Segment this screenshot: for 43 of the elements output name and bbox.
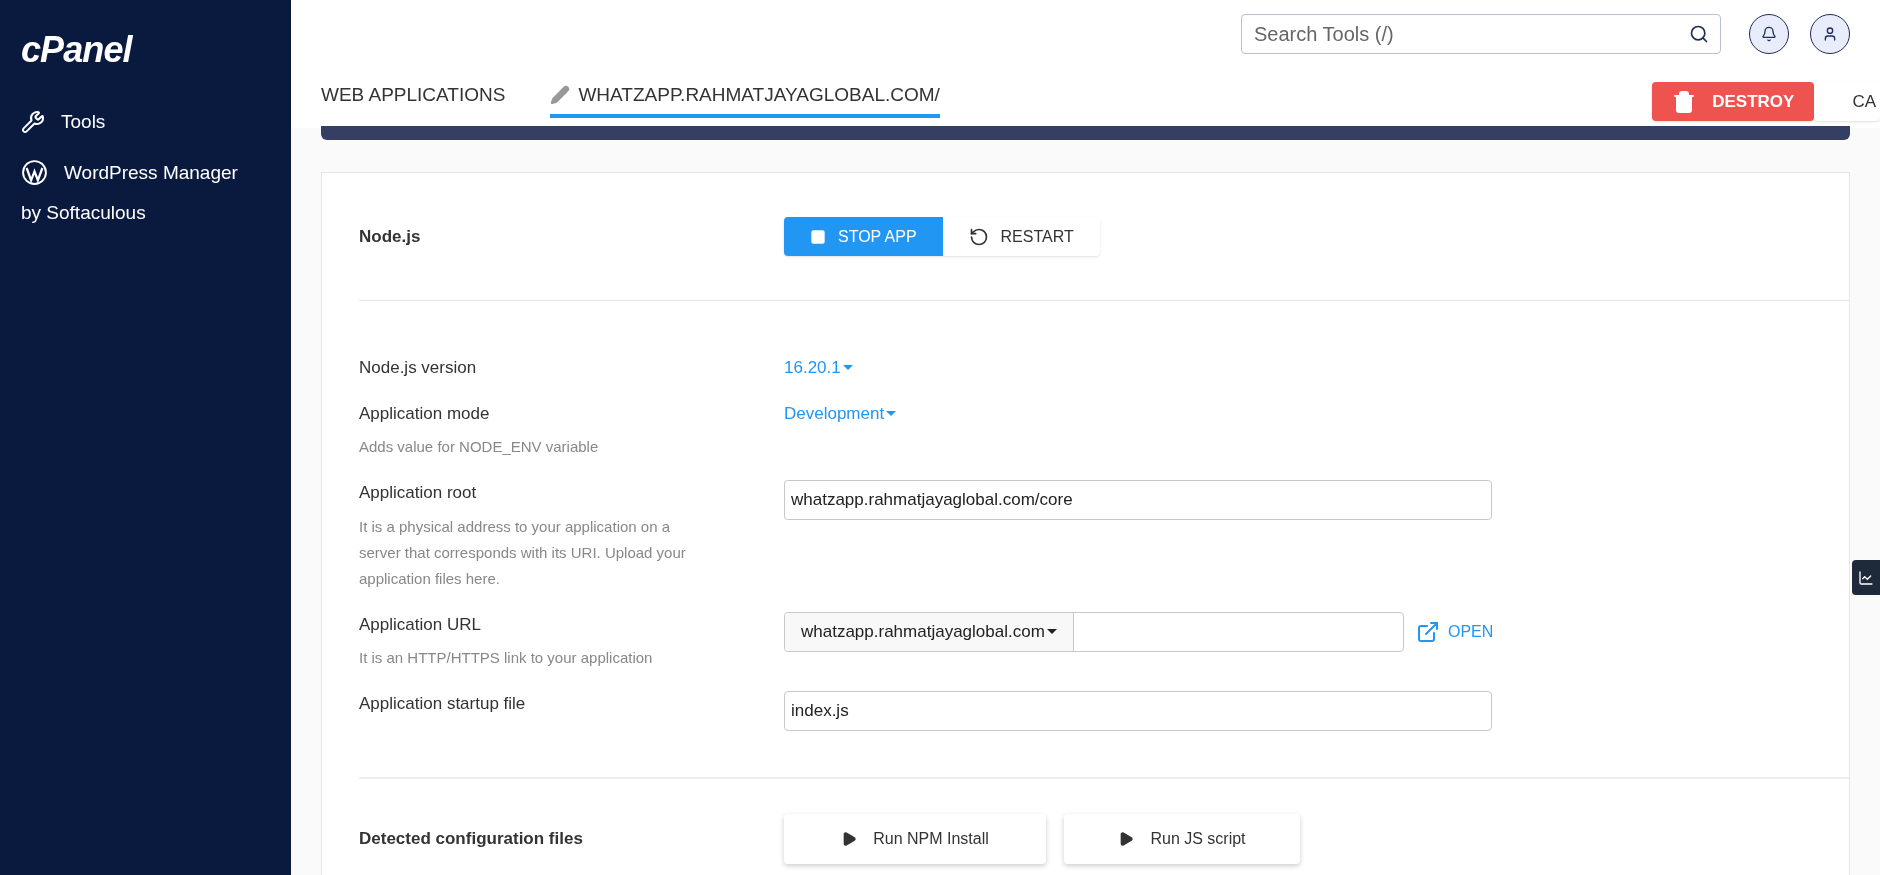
- sidebar-item[interactable]: Tools: [21, 108, 291, 137]
- caret-icon: [1046, 629, 1057, 634]
- sidebar-item-subtitle: by Softaculous: [21, 201, 147, 225]
- user-icon: [1822, 26, 1838, 42]
- field-hint: It is an HTTP/HTTPS link to your application: [359, 648, 654, 668]
- search-field[interactable]: Search Tools (/): [1241, 14, 1721, 54]
- input-field[interactable]: index.js: [784, 691, 1492, 731]
- tab[interactable]: WHATZAPP.RAHMATJAYAGLOBAL.COM/: [550, 68, 940, 118]
- external-link-icon: [1416, 619, 1440, 644]
- wordpress-logo-icon: [21, 159, 48, 187]
- caret-icon: [886, 410, 897, 416]
- user-button[interactable]: [1810, 14, 1850, 54]
- run-button[interactable]: Run NPM Install: [784, 814, 1046, 864]
- stop-icon: [810, 228, 826, 245]
- play-icon: [841, 831, 858, 847]
- search-icon: [1689, 24, 1709, 44]
- section-title: Node.js: [359, 225, 422, 248]
- input-field[interactable]: whatzapp.rahmatjayaglobal.com/core: [784, 480, 1492, 520]
- field-label: Application startup file: [359, 693, 527, 715]
- field-label: Application URL: [359, 613, 482, 636]
- field-label: Node.js version: [359, 357, 478, 379]
- section-title: Detected configuration files: [359, 828, 584, 851]
- field-label: Application root: [359, 482, 478, 504]
- restart-button[interactable]: RESTART: [942, 217, 1100, 256]
- play-icon: [1118, 831, 1135, 847]
- stats-tab[interactable]: [1852, 560, 1880, 595]
- domain-dropdown[interactable]: whatzapp.rahmatjayaglobal.com: [785, 612, 1074, 651]
- tab[interactable]: WEB APPLICATIONS: [321, 68, 506, 118]
- notifications-button[interactable]: [1749, 14, 1789, 54]
- tools-icon: [21, 110, 45, 135]
- restart-icon: [968, 226, 989, 247]
- sidebar-item[interactable]: WordPress Manager: [21, 158, 291, 187]
- field-hint: Adds value for NODE_ENV variable: [359, 437, 600, 457]
- field-label: Application mode: [359, 402, 491, 425]
- cancel-button[interactable]: CA: [1814, 82, 1880, 121]
- logo[interactable]: cPanel: [21, 32, 291, 68]
- caret-icon: [842, 365, 853, 371]
- pencil-icon: [550, 85, 571, 105]
- trash-icon: [1672, 89, 1697, 114]
- bell-icon: [1761, 26, 1777, 42]
- field-hint: It is a physical address to your application on a server that corresponds with its URI. Upload your application files here.: [359, 516, 687, 589]
- run-button[interactable]: Run JS script: [1064, 814, 1300, 864]
- chart-icon: [1858, 569, 1874, 586]
